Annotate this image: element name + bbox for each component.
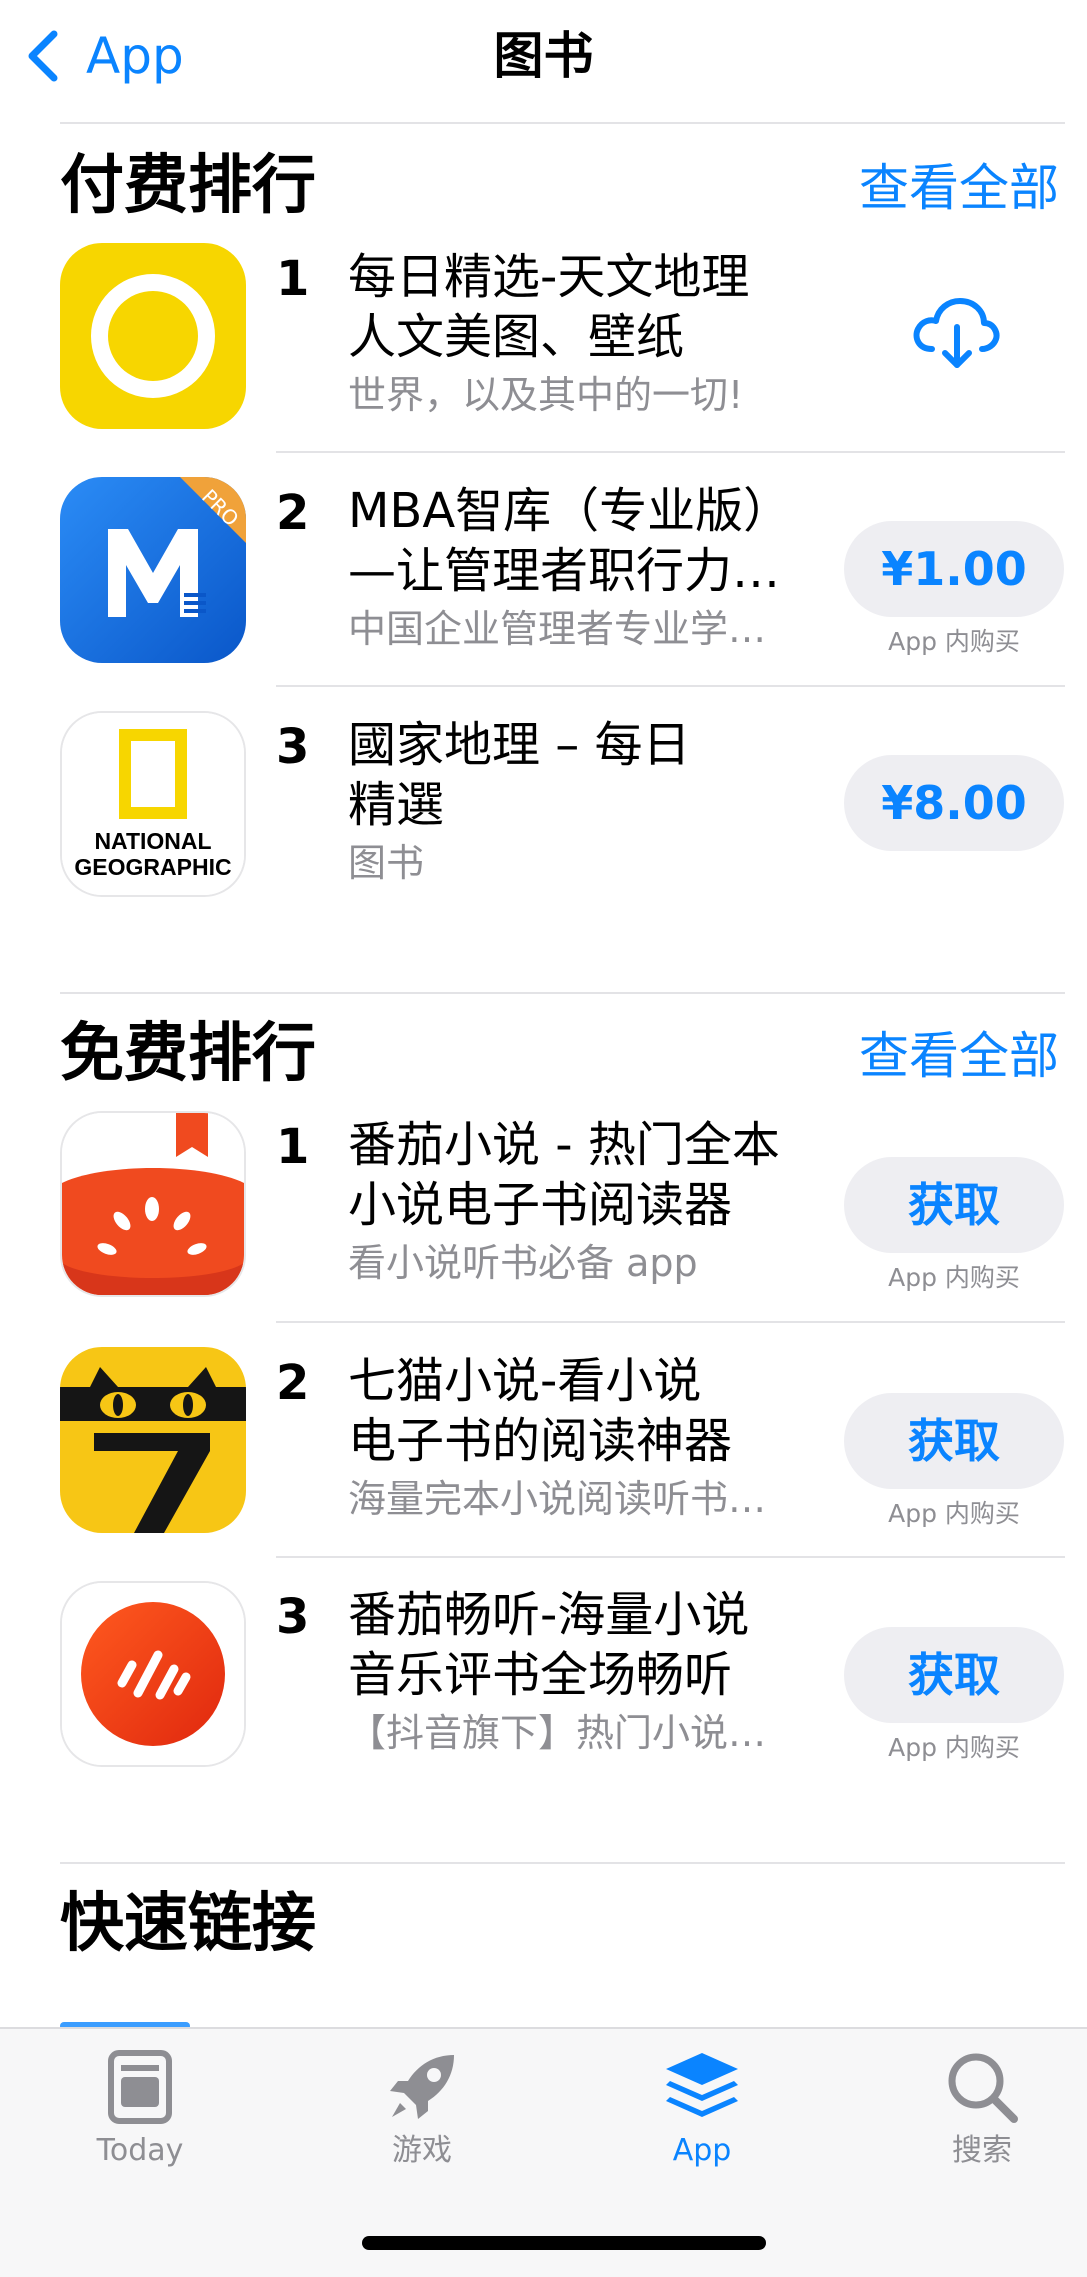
list-item[interactable]: 3 番茄畅听-海量小说 音乐评书全场畅听 【抖音旗下】热门小说评… 获取 App… [0,1581,1087,1814]
list-item[interactable]: 2 七猫小说-看小说 电子书的阅读神器 海量完本小说阅读听书… 获取 App 内… [0,1347,1087,1580]
in-app-purchase-note: App 内购买 [888,1733,1020,1762]
tab-label: 搜索 [952,2133,1012,2168]
get-button[interactable]: 获取 [844,1157,1064,1253]
app-subtitle: 海量完本小说阅读听书… [348,1477,767,1521]
rank-number: 1 [276,251,310,307]
app-name: MBA智库（专业版） —让管理者职行力… [348,483,792,599]
app-icon-fanqie-novel [60,1111,246,1297]
rocket-icon [390,2055,454,2119]
in-app-purchase-note: App 内购买 [888,627,1020,656]
list-item[interactable]: NATIONAL GEOGRAPHIC 3 國家地理 – 每日 精選 图书 ¥8… [0,711,1087,944]
tab-app[interactable]: App [602,2049,802,2189]
home-indicator [362,2236,766,2250]
get-button[interactable]: 获取 [844,1627,1064,1723]
list-item[interactable]: 1 番茄小说 - 热门全本 小说电子书阅读器 看小说听书必备 app 获取 Ap… [0,1111,1087,1344]
quick-links-title: 快速链接 [60,1887,316,1961]
rank-number: 3 [276,719,310,775]
paid-see-all-link[interactable]: 查看全部 [859,150,1059,226]
row-divider [276,451,1065,453]
app-subtitle: 图书 [348,841,425,885]
app-subtitle: 世界，以及其中的一切! [348,373,744,417]
app-name: 國家地理 – 每日 精選 [348,717,691,833]
list-item[interactable]: 1 每日精选-天文地理 人文美图、壁纸 世界，以及其中的一切! [0,243,1087,476]
svg-text:GEOGRAPHIC: GEOGRAPHIC [74,854,231,880]
rank-number: 1 [276,1119,310,1175]
app-stack-icon [666,2053,738,2117]
natgeo-logo-text: NATIONAL [94,828,211,854]
price-button[interactable]: ¥1.00 [844,521,1064,617]
in-app-purchase-note: App 内购买 [888,1499,1020,1528]
navigation-bar: App 图书 [0,0,1087,120]
row-divider [276,1556,1065,1558]
tab-label: App [672,2133,732,2168]
today-icon [108,2050,172,2124]
divider [60,1862,1065,1864]
row-divider [276,685,1065,687]
rank-number: 2 [276,1355,310,1411]
rank-number: 2 [276,485,310,541]
page-title: 图书 [493,27,594,85]
app-icon-fanqie-listen [60,1581,246,1767]
app-name: 番茄小说 - 热门全本 小说电子书阅读器 [348,1117,780,1233]
app-icon-national-geographic: NATIONAL GEOGRAPHIC [60,711,246,897]
divider [60,122,1065,124]
cloud-download-icon[interactable] [910,293,1000,373]
free-ranking-title: 免费排行 [60,1017,316,1091]
app-store-page: App 图书 付费排行 查看全部 1 每日精选-天文地理 人文美图、壁纸 世界，… [0,0,1087,2277]
tab-games[interactable]: 游戏 [322,2049,522,2189]
divider [60,992,1065,994]
app-name: 七猫小说-看小说 电子书的阅读神器 [348,1353,733,1469]
free-see-all-link[interactable]: 查看全部 [859,1018,1059,1094]
get-button[interactable]: 获取 [844,1393,1064,1489]
tab-label: Today [96,2133,184,2168]
app-subtitle: 看小说听书必备 app [348,1241,698,1285]
list-item[interactable]: PRO 2 MBA智库（专业版） —让管理者职行力… 中国企业管理者专业学… ¥… [0,477,1087,710]
paid-ranking-title: 付费排行 [60,149,316,223]
app-subtitle: 中国企业管理者专业学… [348,607,767,651]
in-app-purchase-note: App 内购买 [888,1263,1020,1292]
app-icon-mba-think-tank: PRO [60,477,246,663]
app-name: 每日精选-天文地理 人文美图、壁纸 [348,249,750,365]
quick-link-peek [60,2010,190,2027]
tab-label: 游戏 [392,2133,452,2168]
tab-search[interactable]: 搜索 [882,2049,1082,2189]
rank-number: 3 [276,1589,310,1645]
app-name: 番茄畅听-海量小说 音乐评书全场畅听 [348,1587,750,1703]
app-icon-qimao-novel [60,1347,246,1533]
app-subtitle: 【抖音旗下】热门小说评… [348,1711,788,1755]
tab-today[interactable]: Today [40,2049,240,2189]
search-icon [948,2053,1018,2123]
row-divider [276,1321,1065,1323]
price-button[interactable]: ¥8.00 [844,755,1064,851]
app-icon-daily-pick [60,243,246,429]
